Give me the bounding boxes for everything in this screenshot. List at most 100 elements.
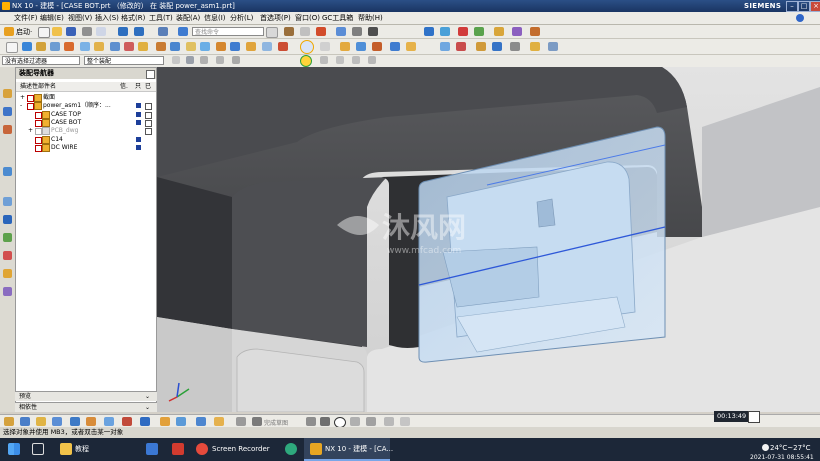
more-icon[interactable] xyxy=(548,42,558,51)
sketch-mode-icon[interactable] xyxy=(4,417,14,426)
selection-filter-dropdown[interactable]: 没有选择过滤器 xyxy=(2,56,80,65)
palette-tab-icon[interactable] xyxy=(3,287,12,296)
help-icon[interactable] xyxy=(796,14,804,22)
constraints-icon[interactable] xyxy=(122,417,132,426)
start-icon[interactable] xyxy=(4,27,14,36)
polyline-icon[interactable] xyxy=(320,417,330,426)
preview-panel-header[interactable]: 预览 ⌄ xyxy=(15,391,157,401)
select-all-icon[interactable] xyxy=(186,56,194,64)
profile-icon[interactable] xyxy=(306,417,316,426)
section-icon[interactable] xyxy=(530,27,540,36)
point-tool-icon[interactable] xyxy=(350,417,360,426)
sew-icon[interactable] xyxy=(456,42,466,51)
open-icon[interactable] xyxy=(52,27,62,36)
copy-icon[interactable] xyxy=(96,27,106,36)
draft-icon[interactable] xyxy=(200,42,210,51)
trim-body-icon[interactable] xyxy=(216,42,226,51)
save-icon[interactable] xyxy=(66,27,76,36)
point-icon[interactable] xyxy=(372,42,382,51)
dimension-icon[interactable] xyxy=(140,417,150,426)
sketch-icon[interactable] xyxy=(6,42,18,53)
assembly-scope-dropdown[interactable]: 整个装配 xyxy=(84,56,164,65)
quadrant-icon[interactable] xyxy=(336,56,344,64)
minimize-button[interactable]: – xyxy=(786,1,798,12)
surface-icon[interactable] xyxy=(406,42,416,51)
cylinder-icon[interactable] xyxy=(94,42,104,51)
visibility-checkbox[interactable] xyxy=(35,144,42,152)
curve-icon[interactable] xyxy=(390,42,400,51)
resize-icon[interactable] xyxy=(510,42,520,51)
search-input[interactable]: 查找命令 xyxy=(192,27,264,36)
offset-curve-icon[interactable] xyxy=(104,417,114,426)
extrude-icon[interactable] xyxy=(22,42,32,51)
chamfer-icon[interactable] xyxy=(170,42,180,51)
dependency-panel-header[interactable]: 相依性 ⌄ xyxy=(15,402,157,412)
assembly-icon[interactable] xyxy=(424,27,434,36)
app-icon-red[interactable] xyxy=(172,443,184,455)
endpoint-icon[interactable] xyxy=(216,56,224,64)
sync-icon[interactable] xyxy=(278,42,288,51)
midpoint-icon[interactable] xyxy=(232,56,240,64)
view-orient-icon[interactable] xyxy=(300,27,310,36)
highlighted-tool-icon[interactable] xyxy=(300,40,314,54)
circle-icon[interactable] xyxy=(52,417,62,426)
constraint-icon[interactable] xyxy=(458,27,468,36)
roles-tab-icon[interactable] xyxy=(3,269,12,278)
display-icon[interactable] xyxy=(316,27,326,36)
rectangle-icon[interactable] xyxy=(70,417,80,426)
extend-icon[interactable] xyxy=(176,417,186,426)
move-face-icon[interactable] xyxy=(476,42,486,51)
intersect-curve-icon[interactable] xyxy=(252,417,262,426)
task-view-icon[interactable] xyxy=(32,443,44,455)
datetime-text[interactable]: 2021-07-31 08:55:41 xyxy=(750,454,814,461)
start-button[interactable]: 启动· xyxy=(16,27,32,37)
reuse-library-tab-icon[interactable] xyxy=(3,167,12,176)
taskbar-item-tutorial[interactable]: 教程 xyxy=(75,438,89,461)
case-bot-side[interactable] xyxy=(157,317,232,412)
recording-control-icon[interactable] xyxy=(748,411,760,423)
spline-icon[interactable] xyxy=(366,417,376,426)
process-studio-tab-icon[interactable] xyxy=(3,251,12,260)
snap-active-icon[interactable] xyxy=(300,55,312,67)
filter-icon[interactable] xyxy=(200,56,208,64)
menu-window[interactable]: 窗口(O) xyxy=(295,13,320,24)
menu-info[interactable]: 信息(I) xyxy=(204,13,226,24)
menu-assembly[interactable]: 装配(A) xyxy=(176,13,200,24)
command-finder-icon[interactable] xyxy=(178,27,188,36)
part-navigator-tab-icon[interactable] xyxy=(3,125,12,134)
datum-icon[interactable] xyxy=(356,42,366,51)
intersect-icon[interactable] xyxy=(138,42,148,51)
shade-icon[interactable] xyxy=(368,27,378,36)
web-browser-tab-icon[interactable] xyxy=(3,215,12,224)
menu-format[interactable]: 格式(R) xyxy=(121,13,145,24)
subtract-icon[interactable] xyxy=(124,42,134,51)
case-top-corner[interactable] xyxy=(232,177,387,347)
layer-icon[interactable] xyxy=(336,27,346,36)
delete-face-icon[interactable] xyxy=(492,42,502,51)
boss-icon[interactable] xyxy=(64,42,74,51)
close-button[interactable]: × xyxy=(810,1,820,12)
intersection-icon[interactable] xyxy=(352,56,360,64)
undo-icon[interactable] xyxy=(118,27,128,36)
menu-analysis[interactable]: 分析(L) xyxy=(230,13,253,24)
corner-icon[interactable] xyxy=(400,417,410,426)
mirror-curve-icon[interactable] xyxy=(196,417,206,426)
hole-icon[interactable] xyxy=(50,42,60,51)
history-tab-icon[interactable] xyxy=(3,197,12,206)
maximize-button[interactable]: □ xyxy=(798,1,810,12)
column-modified[interactable]: 已 xyxy=(145,82,151,91)
system-materials-tab-icon[interactable] xyxy=(3,233,12,242)
revolve-icon[interactable] xyxy=(36,42,46,51)
menu-edit[interactable]: 编辑(E) xyxy=(40,13,64,24)
edge-browser-icon[interactable] xyxy=(285,443,297,455)
existing-point-icon[interactable] xyxy=(368,56,376,64)
component-icon[interactable] xyxy=(440,27,450,36)
new-icon[interactable] xyxy=(38,27,50,38)
mirror-icon[interactable] xyxy=(320,42,330,51)
column-info[interactable]: 信. xyxy=(120,82,128,91)
menu-help[interactable]: 帮助(H) xyxy=(358,13,383,24)
block-icon[interactable] xyxy=(80,42,90,51)
finish-sketch-label[interactable]: 完成草图 xyxy=(264,418,288,427)
cut-icon[interactable] xyxy=(82,27,92,36)
snap-point-icon[interactable] xyxy=(172,56,180,64)
